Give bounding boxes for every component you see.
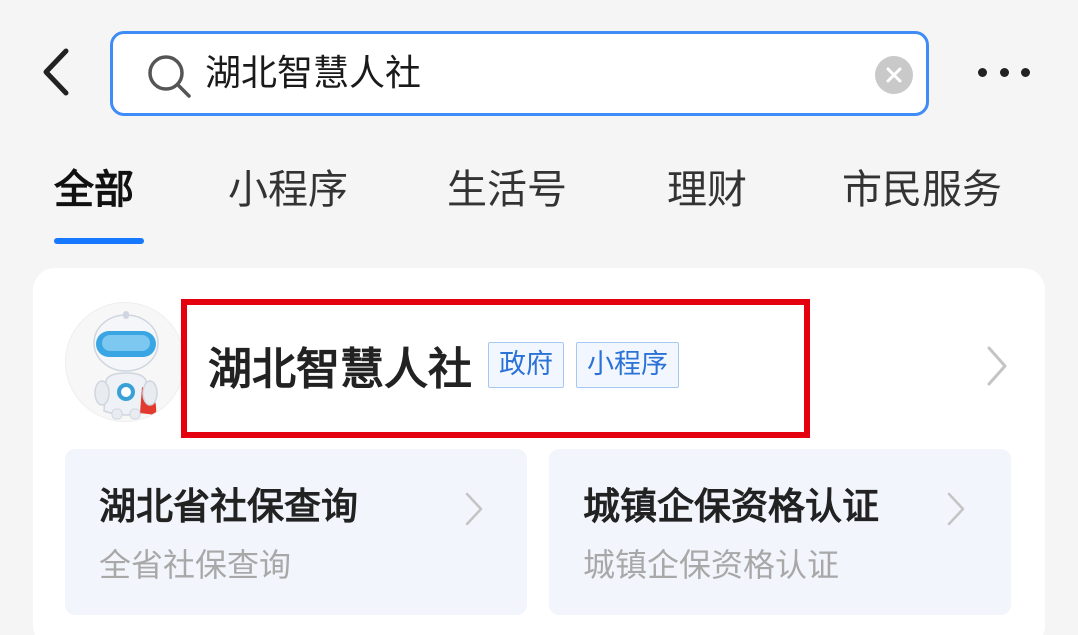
back-arrow-icon: [43, 48, 69, 96]
more-icon-dot: [978, 67, 987, 77]
more-icon-dot: [999, 67, 1009, 77]
active-tab-indicator: [54, 238, 144, 244]
tab-mini-program[interactable]: 小程序: [228, 160, 348, 220]
search-results-page: 全部 小程序 生活号 理财 市民服务: [0, 0, 1078, 635]
more-button[interactable]: [978, 52, 1030, 92]
chevron-right-icon: [947, 492, 965, 526]
back-button[interactable]: [30, 44, 80, 100]
result-card[interactable]: 湖北智慧人社 政府 小程序 湖北省社保查询 全省社保查询 城镇企保资格认证 城镇…: [33, 268, 1045, 635]
tab-life-account[interactable]: 生活号: [447, 160, 567, 220]
search-icon: [148, 55, 191, 98]
search-input[interactable]: [205, 44, 845, 104]
tab-all[interactable]: 全部: [54, 160, 134, 220]
highlight-box: [181, 299, 810, 438]
tab-citizen-service[interactable]: 市民服务: [842, 160, 1002, 220]
clear-icon: [886, 67, 902, 83]
clear-search-button[interactable]: [875, 56, 913, 94]
service-desc: 全省社保查询: [99, 546, 292, 584]
more-icon-dot: [1021, 67, 1030, 77]
search-box[interactable]: [110, 31, 929, 116]
service-title: 湖北省社保查询: [99, 485, 358, 528]
service-card-social-security-query[interactable]: 湖北省社保查询 全省社保查询: [65, 449, 527, 615]
service-card-pension-certification[interactable]: 城镇企保资格认证 城镇企保资格认证: [549, 449, 1011, 615]
service-title: 城镇企保资格认证: [583, 485, 879, 528]
service-desc: 城镇企保资格认证: [583, 546, 840, 584]
chevron-right-icon: [987, 346, 1007, 386]
tab-finance[interactable]: 理财: [667, 160, 747, 220]
chevron-right-icon: [465, 492, 483, 526]
robot-avatar-icon: [65, 302, 185, 422]
